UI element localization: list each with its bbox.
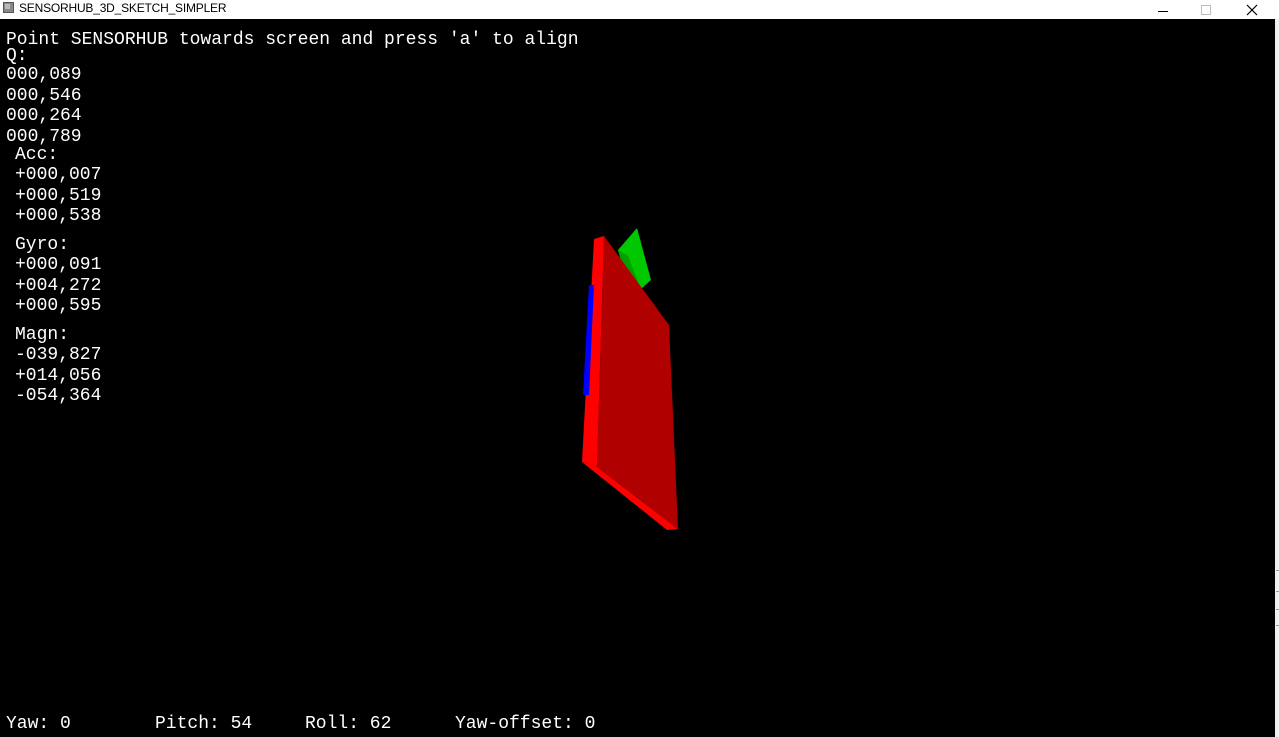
close-icon: [1246, 4, 1258, 15]
magn-label: Magn:: [15, 325, 70, 345]
sensorhub-3d-model: [582, 228, 678, 530]
maximize-button[interactable]: [1183, 0, 1229, 19]
quaternion-value-3: 000,789: [6, 127, 82, 147]
pitch-readout: Pitch: 54: [155, 714, 253, 734]
instructions-text: Point SENSORHUB towards screen and press…: [6, 30, 579, 50]
app-window: SENSORHUB_3D_SKETCH_SIMPLER Point SENSOR…: [0, 0, 1279, 737]
sketch-canvas[interactable]: Point SENSORHUB towards screen and press…: [0, 19, 1275, 737]
app-icon: [3, 2, 14, 13]
magn-value-2: -054,364: [15, 386, 102, 406]
acc-value-1: +000,519: [15, 186, 102, 206]
magn-value-0: -039,827: [15, 345, 102, 365]
minimize-button[interactable]: [1140, 0, 1186, 19]
yaw-readout: Yaw: 0: [6, 714, 71, 734]
title-bar[interactable]: SENSORHUB_3D_SKETCH_SIMPLER: [0, 0, 1279, 19]
acc-label: Acc:: [15, 145, 59, 165]
minimize-icon: [1158, 10, 1168, 12]
gyro-value-0: +000,091: [15, 255, 102, 275]
gyro-value-2: +000,595: [15, 296, 102, 316]
window-title: SENSORHUB_3D_SKETCH_SIMPLER: [19, 1, 227, 15]
quaternion-value-2: 000,264: [6, 106, 82, 126]
acc-value-0: +000,007: [15, 165, 102, 185]
close-button[interactable]: [1229, 0, 1275, 19]
maximize-icon: [1201, 4, 1211, 15]
gyro-label: Gyro:: [15, 235, 70, 255]
window-right-edge: [1275, 19, 1279, 737]
magn-value-1: +014,056: [15, 366, 102, 386]
quaternion-value-0: 000,089: [6, 65, 82, 85]
acc-value-2: +000,538: [15, 206, 102, 226]
quaternion-label: Q:: [6, 46, 28, 66]
quaternion-value-1: 000,546: [6, 86, 82, 106]
roll-readout: Roll: 62: [305, 714, 392, 734]
yaw-offset-readout: Yaw-offset: 0: [455, 714, 596, 734]
gyro-value-1: +004,272: [15, 276, 102, 296]
